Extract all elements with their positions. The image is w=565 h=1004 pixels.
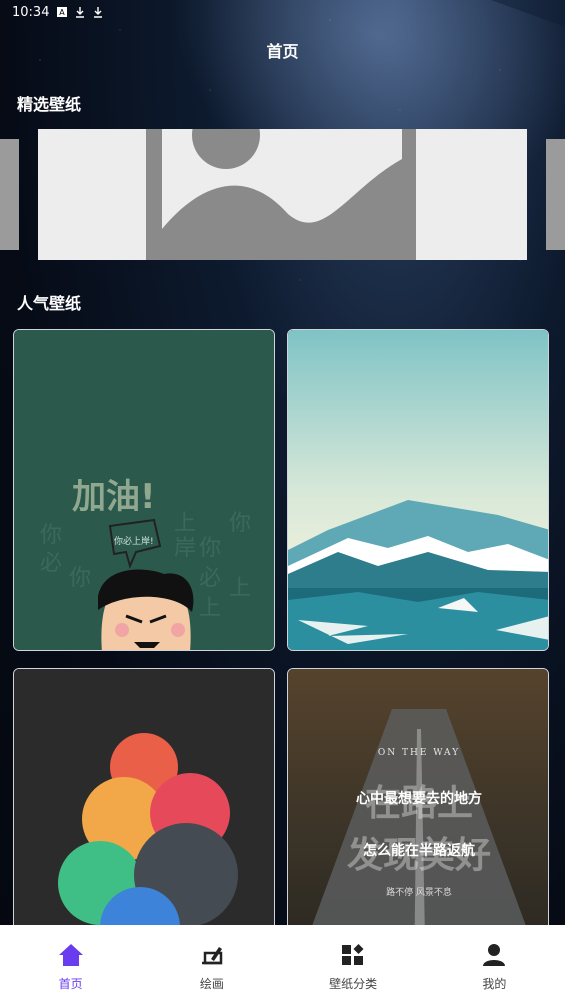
speech-bubble-text: 你必上岸! <box>114 535 154 547</box>
svg-text:A: A <box>60 8 66 17</box>
featured-section-title: 精选壁纸 <box>17 95 82 114</box>
bg-word: 岸 <box>174 536 196 561</box>
status-time: 10:34 <box>12 4 50 20</box>
bg-word: 上 <box>174 511 196 536</box>
line-2: 怎么能在半路返航 <box>363 842 475 859</box>
nav-item-category[interactable]: 壁纸分类 <box>293 943 413 992</box>
download-icon <box>75 7 85 18</box>
home-icon <box>58 943 84 971</box>
carousel-next-slide[interactable] <box>546 139 565 250</box>
on-the-way-text: ON THE WAY <box>378 748 460 758</box>
bottom-nav: 首页 绘画 壁纸分类 我的 <box>0 925 565 1004</box>
bg-word: 必 <box>199 566 221 591</box>
iceberg-wallpaper-image <box>288 330 548 650</box>
a-icon: A <box>57 7 68 17</box>
bg-word: 上 <box>229 576 251 601</box>
cheer-headline: 加油! <box>72 477 156 517</box>
featured-carousel-slide[interactable] <box>38 129 527 260</box>
nav-item-draw[interactable]: 绘画 <box>152 943 272 992</box>
carousel-prev-slide[interactable] <box>0 139 19 250</box>
nav-label-draw: 绘画 <box>199 977 224 991</box>
page-title: 首页 <box>266 42 299 61</box>
nav-label-mine: 我的 <box>482 977 507 991</box>
cheer-wallpaper-image: 你 必 你 上 岸 你 必 你 上 上 加油! 你必上岸! <box>14 330 274 650</box>
nav-label-home: 首页 <box>58 977 83 991</box>
line-1: 心中最想要去的地方 <box>356 790 482 807</box>
status-bar: 10:34 A <box>0 0 565 24</box>
image-placeholder-icon <box>38 129 527 260</box>
person-icon <box>481 943 507 971</box>
bg-word: 你 <box>69 566 91 591</box>
category-icon <box>340 943 366 971</box>
bottom-line: 路不停 风景不息 <box>386 886 452 898</box>
bg-word: 上 <box>199 596 221 621</box>
bg-word: 必 <box>40 551 62 576</box>
bg-word: 你 <box>199 536 221 561</box>
bg-word: 你 <box>40 523 62 548</box>
wallpaper-card-iceberg[interactable] <box>287 329 549 651</box>
popular-section-title: 人气壁纸 <box>17 294 82 313</box>
wallpaper-card-cheer[interactable]: 你 必 你 上 岸 你 必 你 上 上 加油! 你必上岸! <box>13 329 275 651</box>
nav-item-mine[interactable]: 我的 <box>434 943 554 992</box>
download-icon <box>93 7 103 18</box>
draw-icon <box>199 943 225 971</box>
nav-label-category: 壁纸分类 <box>329 977 378 991</box>
bg-word: 你 <box>229 511 251 536</box>
nav-item-home[interactable]: 首页 <box>11 943 131 992</box>
